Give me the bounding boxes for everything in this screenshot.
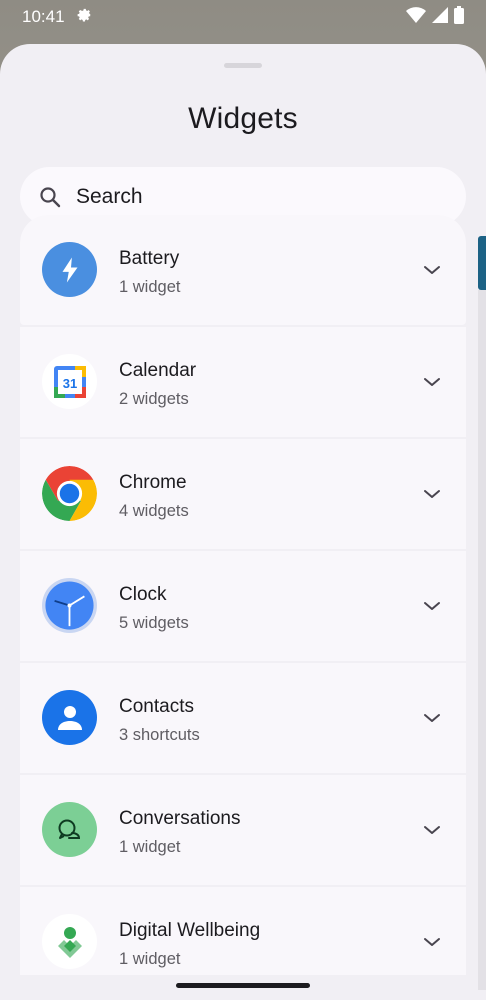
app-count: 5 widgets: [119, 614, 189, 632]
clock-app-icon: [42, 578, 97, 633]
app-name: Calendar: [119, 360, 197, 381]
battery-app-icon: [42, 242, 97, 297]
chevron-down-icon[interactable]: [420, 818, 444, 842]
battery-status-icon: [454, 5, 464, 29]
calendar-day-text: 31: [62, 376, 76, 391]
list-item[interactable]: Conversations 1 widget: [20, 775, 466, 885]
list-item[interactable]: 31 Calendar 2 widgets: [20, 327, 466, 437]
list-item[interactable]: Chrome 4 widgets: [20, 439, 466, 549]
chevron-down-icon[interactable]: [420, 594, 444, 618]
list-item-text: Battery 1 widget: [119, 248, 180, 297]
chevron-down-icon[interactable]: [420, 482, 444, 506]
list-item-text: Conversations 1 widget: [119, 808, 240, 857]
search-icon: [40, 186, 61, 207]
gear-icon: [75, 6, 93, 29]
calendar-app-icon: 31: [42, 354, 97, 409]
widget-app-list: Battery 1 widget 31 Calendar 2 widgets C…: [20, 215, 466, 975]
status-left: 10:41: [22, 6, 93, 29]
chevron-down-icon[interactable]: [420, 706, 444, 730]
digital-wellbeing-app-icon: [42, 914, 97, 969]
app-name: Contacts: [119, 696, 194, 717]
app-name: Digital Wellbeing: [119, 920, 261, 941]
gesture-nav-handle[interactable]: [176, 983, 310, 988]
app-name: Clock: [119, 584, 167, 605]
app-name: Chrome: [119, 472, 187, 493]
app-count: 2 widgets: [119, 390, 189, 408]
search-placeholder: Search: [76, 184, 143, 208]
chrome-app-icon: [42, 466, 97, 521]
signal-icon: [432, 6, 448, 28]
list-item[interactable]: Contacts 3 shortcuts: [20, 663, 466, 773]
app-name: Conversations: [119, 808, 241, 829]
status-right: [406, 5, 464, 29]
page-title: Widgets: [188, 102, 298, 135]
conversations-app-icon: [42, 802, 97, 857]
contacts-app-icon: [42, 690, 97, 745]
app-count: 3 shortcuts: [119, 726, 200, 744]
chevron-down-icon[interactable]: [420, 258, 444, 282]
list-item-text: Chrome 4 widgets: [119, 472, 189, 521]
list-item[interactable]: Clock 5 widgets: [20, 551, 466, 661]
wifi-icon: [406, 6, 426, 29]
list-item-text: Contacts 3 shortcuts: [119, 696, 200, 745]
list-item-text: Digital Wellbeing 1 widget: [119, 920, 260, 969]
app-count: 4 widgets: [119, 502, 189, 520]
status-time: 10:41: [22, 7, 65, 26]
scrollbar-thumb[interactable]: [478, 236, 486, 290]
sheet-drag-handle[interactable]: [224, 63, 262, 68]
app-count: 1 widget: [119, 838, 181, 856]
list-item[interactable]: Digital Wellbeing 1 widget: [20, 887, 466, 975]
app-count: 1 widget: [119, 950, 181, 968]
chevron-down-icon[interactable]: [420, 370, 444, 394]
list-item-text: Clock 5 widgets: [119, 584, 189, 633]
status-bar: 10:41: [0, 0, 486, 34]
list-item-text: Calendar 2 widgets: [119, 360, 196, 409]
list-item[interactable]: Battery 1 widget: [20, 215, 466, 325]
scrollbar-track[interactable]: [478, 290, 486, 990]
app-count: 1 widget: [119, 278, 181, 296]
chevron-down-icon[interactable]: [420, 930, 444, 954]
app-name: Battery: [119, 248, 180, 269]
